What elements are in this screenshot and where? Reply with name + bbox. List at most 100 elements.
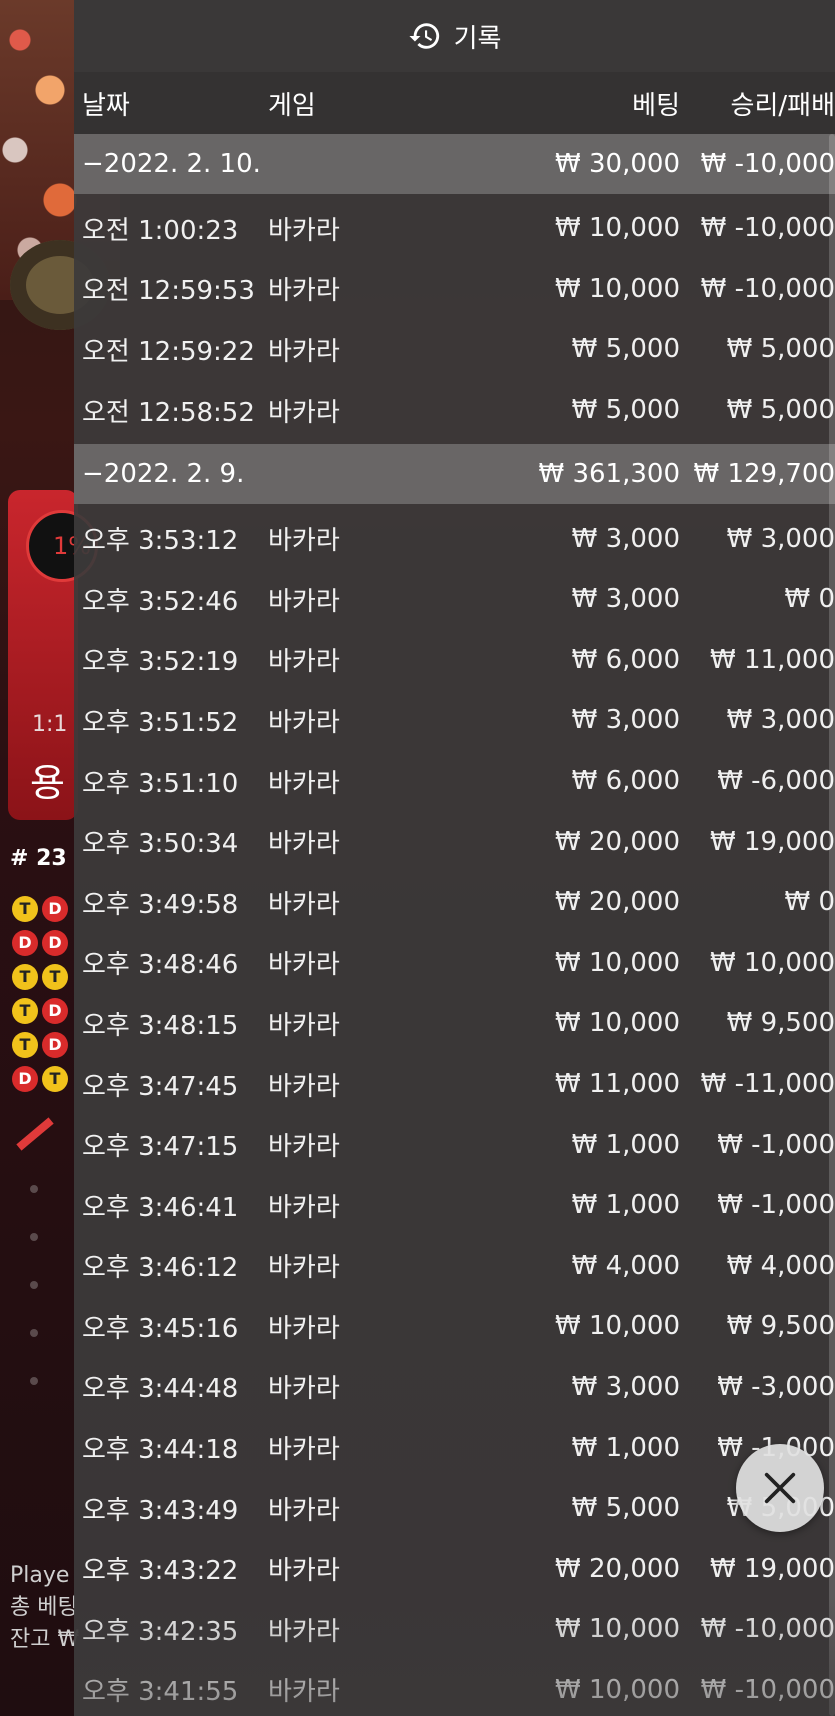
balance-label: 잔고 ₩ <box>10 1627 80 1652</box>
row-time: 오전 12:59:22 <box>82 336 255 367</box>
history-row[interactable]: 오후 3:51:10 바카라 ₩ 6,000 ₩ -6,000 <box>74 751 835 812</box>
row-bet: ₩ 20,000 <box>555 826 680 857</box>
group-winloss-total: ₩ -10,000 <box>700 149 835 179</box>
row-time: 오후 3:46:41 <box>82 1192 239 1223</box>
history-row[interactable]: 오후 3:53:12 바카라 ₩ 3,000 ₩ 3,000 <box>74 508 835 569</box>
row-winloss: ₩ 10,000 <box>710 947 835 978</box>
history-row[interactable]: 오후 3:47:45 바카라 ₩ 11,000 ₩ -11,000 <box>74 1054 835 1115</box>
row-bet: ₩ 10,000 <box>555 213 680 244</box>
row-bet: ₩ 5,000 <box>571 395 680 426</box>
row-bet: ₩ 6,000 <box>571 644 680 675</box>
history-row[interactable]: 오후 3:48:15 바카라 ₩ 10,000 ₩ 9,500 <box>74 993 835 1054</box>
group-date: −2022. 2. 10. <box>82 149 261 179</box>
row-game: 바카라 <box>268 276 340 307</box>
close-button[interactable] <box>736 1444 824 1532</box>
row-bet: ₩ 10,000 <box>555 1674 680 1705</box>
row-winloss: ₩ -11,000 <box>700 1069 835 1100</box>
row-bet: ₩ 1,000 <box>571 1129 680 1160</box>
row-time: 오후 3:52:46 <box>82 586 239 617</box>
history-row[interactable]: 오전 12:59:22 바카라 ₩ 5,000 ₩ 5,000 <box>74 319 835 380</box>
history-row[interactable]: 오후 3:50:34 바카라 ₩ 20,000 ₩ 19,000 <box>74 811 835 872</box>
history-row[interactable]: 오후 3:41:55 바카라 ₩ 10,000 ₩ -10,000 <box>74 1660 835 1716</box>
column-bet: 베팅 <box>632 90 680 121</box>
history-list[interactable]: −2022. 2. 10. ₩ 30,000 ₩ -10,000 오전 1:00:23… <box>74 134 835 1716</box>
row-time: 오후 3:52:19 <box>82 647 239 678</box>
row-time: 오후 3:45:16 <box>82 1313 239 1344</box>
row-bet: ₩ 4,000 <box>571 1250 680 1281</box>
row-winloss: ₩ -6,000 <box>717 766 835 797</box>
scrollbar[interactable] <box>829 134 835 1716</box>
history-row[interactable]: 오후 3:43:22 바카라 ₩ 20,000 ₩ 19,000 <box>74 1538 835 1599</box>
row-time: 오후 3:47:15 <box>82 1132 239 1163</box>
history-row[interactable]: 오후 3:46:12 바카라 ₩ 4,000 ₩ 4,000 <box>74 1236 835 1297</box>
row-winloss: ₩ 5,000 <box>726 395 835 426</box>
row-game: 바카라 <box>268 215 340 246</box>
row-game: 바카라 <box>268 1071 340 1102</box>
row-game: 바카라 <box>268 1556 340 1587</box>
bead-road: T DD DT TT DT DD T <box>12 896 82 1100</box>
history-row[interactable]: 오후 3:47:15 바카라 ₩ 1,000 ₩ -1,000 <box>74 1114 835 1175</box>
row-time: 오후 3:41:55 <box>82 1677 239 1708</box>
row-game: 바카라 <box>268 707 340 738</box>
row-time: 오후 3:46:12 <box>82 1253 239 1284</box>
row-winloss: ₩ 3,000 <box>726 523 835 554</box>
column-date: 날짜 <box>82 90 130 121</box>
history-row[interactable]: 오후 3:43:49바카라₩ 5,000₩ 5,000 <box>74 1478 835 1539</box>
row-winloss: ₩ 0 <box>784 887 835 918</box>
row-bet: ₩ 5,000 <box>571 1493 680 1524</box>
row-game: 바카라 <box>268 1010 340 1041</box>
history-row[interactable]: 오전 12:59:53 바카라 ₩ 10,000 ₩ -10,000 <box>74 259 835 320</box>
row-game: 바카라 <box>268 1374 340 1405</box>
row-game: 바카라 <box>268 829 340 860</box>
row-bet: ₩ 3,000 <box>571 1371 680 1402</box>
date-group-row[interactable]: −2022. 2. 10. ₩ 30,000 ₩ -10,000 <box>74 134 835 194</box>
row-bet: ₩ 10,000 <box>555 1614 680 1645</box>
row-time: 오전 12:59:53 <box>82 276 255 307</box>
group-winloss-total: ₩ 129,700 <box>693 459 835 490</box>
row-time: 오전 1:00:23 <box>82 215 239 246</box>
bead-dragon: D <box>12 930 38 956</box>
bead-dragon: D <box>42 896 68 922</box>
group-bet-total: ₩ 30,000 <box>555 149 680 179</box>
history-row[interactable]: 오후 3:44:18바카라₩ 1,000₩ -1,000 <box>74 1417 835 1478</box>
row-game: 바카라 <box>268 889 340 920</box>
bead-tie: T <box>12 998 38 1024</box>
row-winloss: ₩ 3,000 <box>726 705 835 736</box>
row-bet: ₩ 10,000 <box>555 1008 680 1039</box>
bead-tie: T <box>12 1032 38 1058</box>
history-row[interactable]: 오후 3:52:19 바카라 ₩ 6,000 ₩ 11,000 <box>74 630 835 691</box>
row-bet: ₩ 11,000 <box>555 1069 680 1100</box>
row-winloss: ₩ 5,000 <box>726 334 835 365</box>
history-row[interactable]: 오후 3:46:41 바카라 ₩ 1,000 ₩ -1,000 <box>74 1175 835 1236</box>
history-row[interactable]: 오전 12:58:52 바카라 ₩ 5,000 ₩ 5,000 <box>74 380 835 441</box>
history-row[interactable]: 오후 3:42:35 바카라 ₩ 10,000 ₩ -10,000 <box>74 1599 835 1660</box>
history-row[interactable]: 오후 3:48:46 바카라 ₩ 10,000 ₩ 10,000 <box>74 933 835 994</box>
row-bet: ₩ 5,000 <box>571 334 680 365</box>
history-row[interactable]: 오후 3:45:16 바카라 ₩ 10,000 ₩ 9,500 <box>74 1296 835 1357</box>
row-game: 바카라 <box>268 647 340 678</box>
bead-dragon: D <box>42 930 68 956</box>
history-row[interactable]: 오후 3:51:52 바카라 ₩ 3,000 ₩ 3,000 <box>74 690 835 751</box>
history-row[interactable]: 오후 3:49:58 바카라 ₩ 20,000 ₩ 0 <box>74 872 835 933</box>
row-bet: ₩ 1,000 <box>571 1190 680 1221</box>
total-bet-label: 총 베팅 <box>10 1595 78 1620</box>
row-winloss: ₩ -10,000 <box>700 213 835 244</box>
history-row[interactable]: 오후 3:44:48 바카라 ₩ 3,000 ₩ -3,000 <box>74 1357 835 1418</box>
row-game: 바카라 <box>268 1132 340 1163</box>
row-game: 바카라 <box>268 526 340 557</box>
player-info: Playe 총 베팅 잔고 ₩ <box>10 1560 79 1656</box>
row-time: 오전 12:58:52 <box>82 397 255 428</box>
row-bet: ₩ 10,000 <box>555 947 680 978</box>
date-group-row[interactable]: −2022. 2. 9. ₩ 361,300 ₩ 129,700 <box>74 444 835 505</box>
bead-tie: T <box>42 1066 68 1092</box>
row-game: 바카라 <box>268 1495 340 1526</box>
row-winloss: ₩ 19,000 <box>710 826 835 857</box>
history-row[interactable]: 오전 1:00:23 바카라 ₩ 10,000 ₩ -10,000 <box>74 198 835 259</box>
row-time: 오후 3:50:34 <box>82 829 239 860</box>
history-icon <box>408 23 439 49</box>
history-title: 기록 <box>453 23 502 54</box>
row-game: 바카라 <box>268 1313 340 1344</box>
history-row[interactable]: 오후 3:52:46 바카라 ₩ 3,000 ₩ 0 <box>74 569 835 630</box>
row-winloss: ₩ 4,000 <box>726 1250 835 1281</box>
dragon-label: 용 <box>30 761 65 805</box>
